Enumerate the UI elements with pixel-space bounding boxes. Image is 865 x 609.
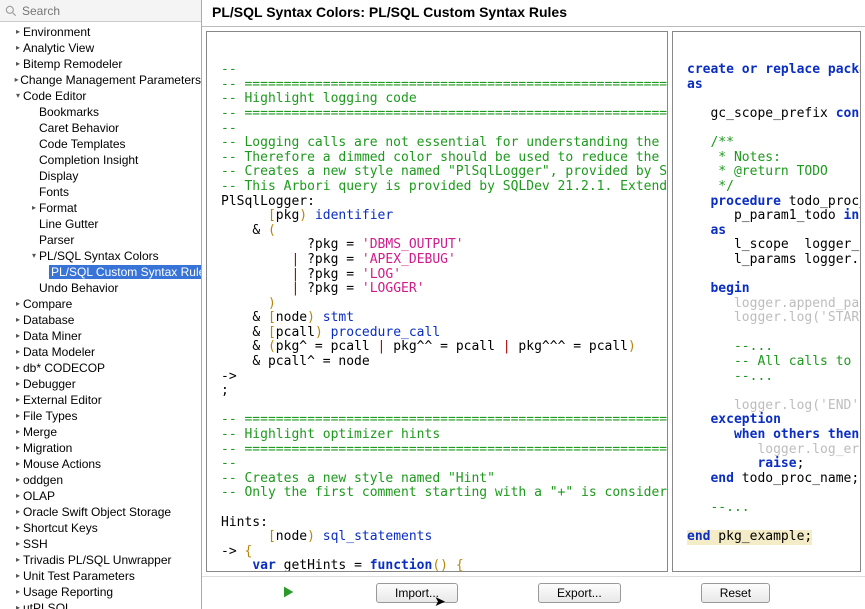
tree-item[interactable]: Parser [0, 232, 201, 248]
page-title: PL/SQL Syntax Colors: PL/SQL Custom Synt… [202, 0, 865, 27]
tree-item[interactable]: ▾Code Editor [0, 88, 201, 104]
tree-item[interactable]: ▸Format [0, 200, 201, 216]
tree-item[interactable]: Code Templates [0, 136, 201, 152]
tree-item[interactable]: Caret Behavior [0, 120, 201, 136]
tree-item[interactable]: ▸Change Management Parameters [0, 72, 201, 88]
preferences-tree[interactable]: ▸Environment▸Analytic View▸Bitemp Remode… [0, 22, 201, 609]
run-button[interactable] [280, 584, 296, 603]
tree-item[interactable]: ▸Unit Test Parameters [0, 568, 201, 584]
tree-item[interactable]: ▸SSH [0, 536, 201, 552]
tree-item[interactable]: ▸Analytic View [0, 40, 201, 56]
tree-item[interactable]: Completion Insight [0, 152, 201, 168]
reset-button[interactable]: Reset [701, 583, 770, 603]
editor-row: -- -- ==================================… [202, 27, 865, 576]
tree-item[interactable]: PL/SQL Custom Syntax Rules [0, 264, 201, 280]
tree-item[interactable]: ▸Environment [0, 24, 201, 40]
button-bar: Import... ➤ Export... Reset [202, 576, 865, 609]
tree-item[interactable]: ▸OLAP [0, 488, 201, 504]
tree-item[interactable]: ▸Debugger [0, 376, 201, 392]
preferences-sidebar: ▸Environment▸Analytic View▸Bitemp Remode… [0, 0, 202, 609]
tree-item[interactable]: ▸Database [0, 312, 201, 328]
tree-item[interactable]: ▸Shortcut Keys [0, 520, 201, 536]
tree-item[interactable]: ▸File Types [0, 408, 201, 424]
tree-item[interactable]: ▸Data Miner [0, 328, 201, 344]
tree-item[interactable]: ▸db* CODECOP [0, 360, 201, 376]
tree-item[interactable]: ▸Usage Reporting [0, 584, 201, 600]
search-bar[interactable] [0, 0, 201, 22]
tree-item[interactable]: ▸Oracle Swift Object Storage [0, 504, 201, 520]
tree-item[interactable]: ▸Data Modeler [0, 344, 201, 360]
tree-item[interactable]: Display [0, 168, 201, 184]
tree-item[interactable]: ▸utPLSQL [0, 600, 201, 609]
tree-item[interactable]: Undo Behavior [0, 280, 201, 296]
tree-item[interactable]: Line Gutter [0, 216, 201, 232]
tree-item[interactable]: ▸External Editor [0, 392, 201, 408]
export-button[interactable]: Export... [538, 583, 621, 603]
search-input[interactable] [22, 4, 197, 18]
rules-editor[interactable]: -- -- ==================================… [206, 31, 668, 572]
tree-item[interactable]: Bookmarks [0, 104, 201, 120]
preview-editor[interactable]: create or replace package p as gc_scope_… [672, 31, 861, 572]
tree-item[interactable]: ▸oddgen [0, 472, 201, 488]
tree-item[interactable]: ▸Compare [0, 296, 201, 312]
tree-item[interactable]: Fonts [0, 184, 201, 200]
tree-item[interactable]: ▸Mouse Actions [0, 456, 201, 472]
tree-item[interactable]: ▸Bitemp Remodeler [0, 56, 201, 72]
tree-item[interactable]: ▾PL/SQL Syntax Colors [0, 248, 201, 264]
tree-item[interactable]: ▸Migration [0, 440, 201, 456]
search-icon [4, 4, 18, 18]
tree-item[interactable]: ▸Trivadis PL/SQL Unwrapper [0, 552, 201, 568]
tree-item[interactable]: ▸Merge [0, 424, 201, 440]
import-button[interactable]: Import... [376, 583, 458, 603]
content-area: PL/SQL Syntax Colors: PL/SQL Custom Synt… [202, 0, 865, 609]
